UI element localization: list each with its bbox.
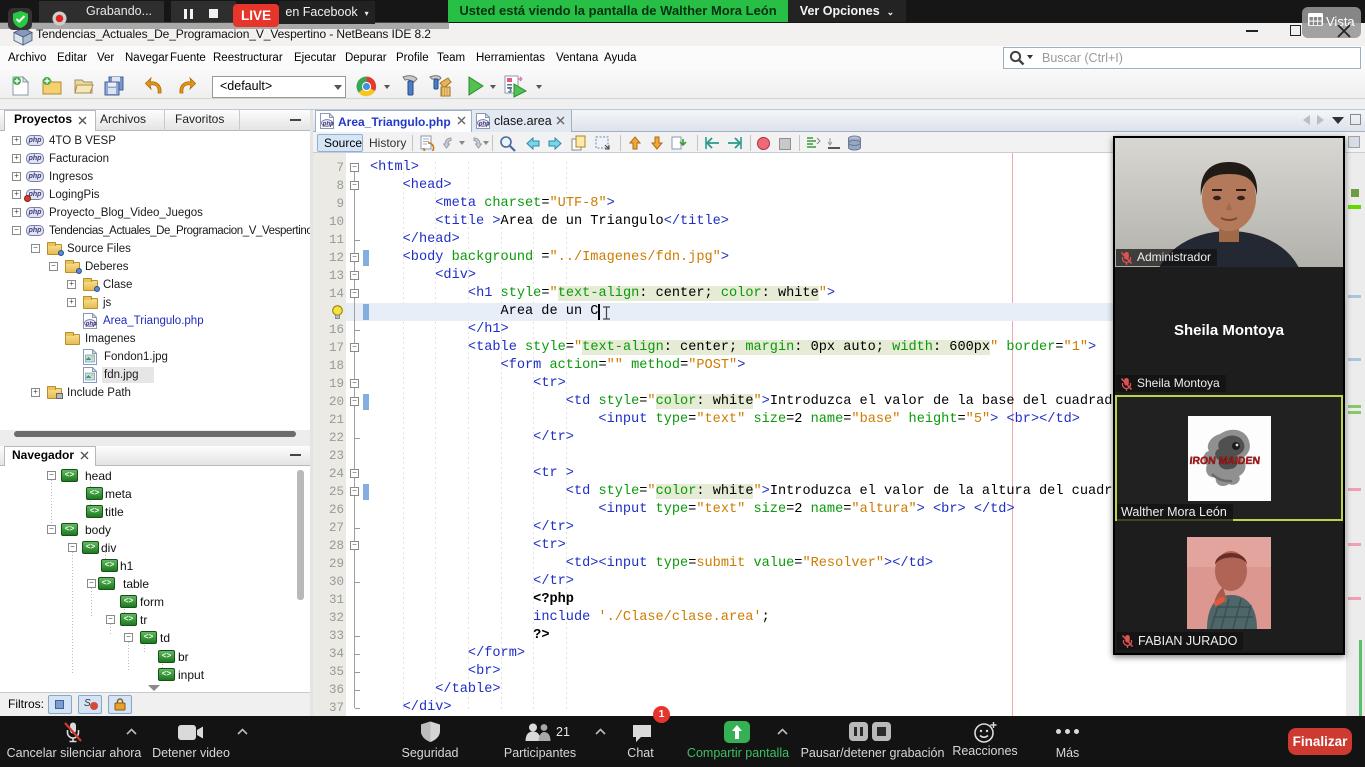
svg-text:php: php <box>85 321 97 327</box>
svg-text:3: 3 <box>508 88 512 95</box>
svg-text:php: php <box>478 121 490 127</box>
svg-text:IRON MAIDEN: IRON MAIDEN <box>1189 455 1261 467</box>
svg-text:php: php <box>322 121 334 127</box>
